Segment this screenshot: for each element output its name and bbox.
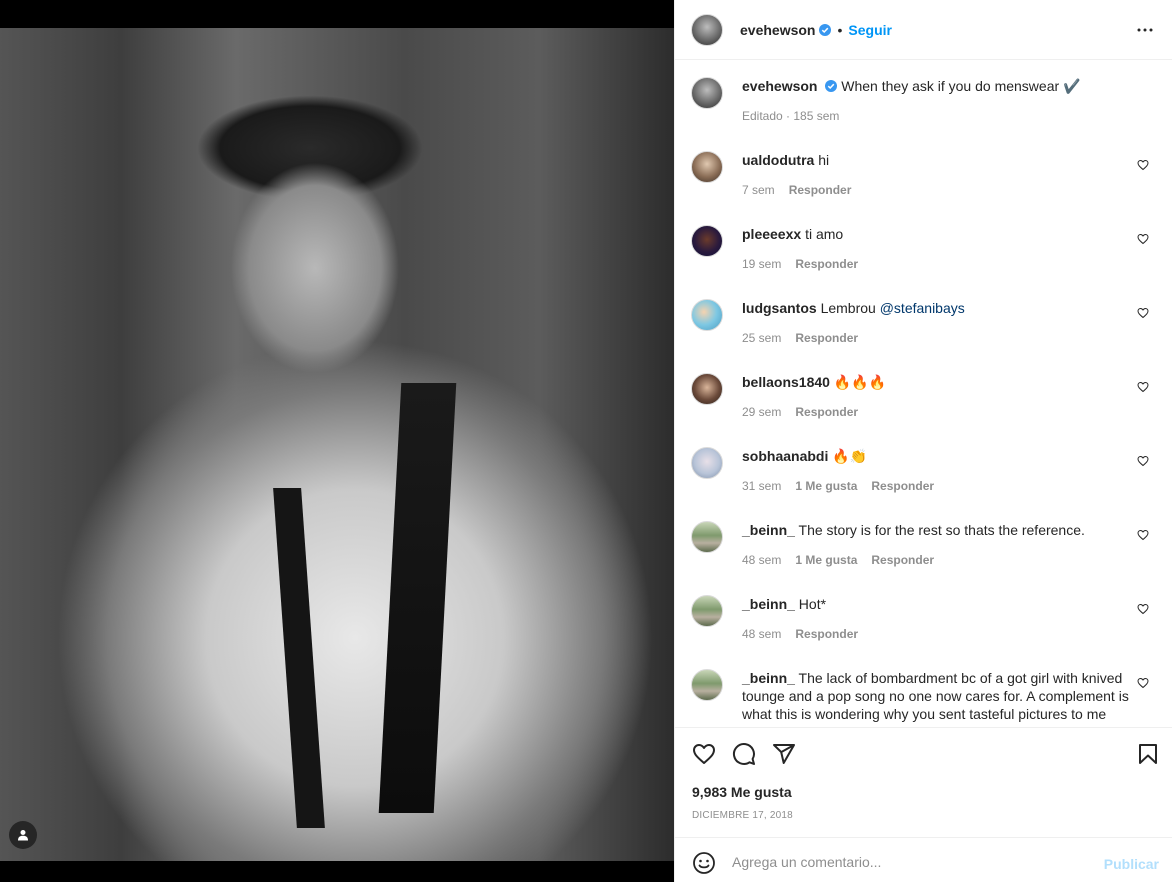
comment-composer: Publicar — [675, 837, 1172, 882]
post-actions: 9,983 Me gusta DICIEMBRE 17, 2018 — [675, 727, 1172, 837]
user-tag-icon[interactable] — [9, 821, 37, 849]
heart-icon[interactable] — [1137, 159, 1149, 171]
share-icon[interactable] — [772, 742, 796, 766]
heart-icon[interactable] — [692, 742, 716, 766]
heart-icon[interactable] — [1137, 677, 1149, 689]
comment-username[interactable]: sobhaanabdi — [742, 448, 828, 464]
reply-button[interactable]: Responder — [795, 257, 858, 271]
photo-detail — [273, 488, 325, 828]
caption-text: When they ask if you do menswear ✔️ — [841, 78, 1081, 94]
likes-count-link[interactable]: 1 Me gusta — [795, 479, 857, 493]
comment-age[interactable]: 31 sem — [742, 479, 781, 493]
avatar[interactable] — [691, 299, 723, 331]
comment-text: The lack of bombardment bc of a got girl… — [742, 670, 1129, 722]
verified-badge-icon — [819, 23, 832, 36]
heart-icon[interactable] — [1137, 603, 1149, 615]
more-options-icon[interactable] — [1133, 18, 1157, 42]
comment-age[interactable]: 25 sem — [742, 331, 781, 345]
avatar[interactable] — [691, 373, 723, 405]
likes-count-link[interactable]: 1 Me gusta — [795, 553, 857, 567]
caption-meta: Editado · 185 sem — [742, 109, 840, 123]
avatar[interactable] — [691, 77, 723, 109]
likes-count[interactable]: 9,983 Me gusta — [692, 784, 792, 800]
post-media — [0, 0, 674, 882]
comment-username[interactable]: ludgsantos — [742, 300, 817, 316]
comment-username[interactable]: _beinn_ — [742, 522, 795, 538]
comment-text: The story is for the rest so thats the r… — [798, 522, 1085, 538]
comment-username[interactable]: _beinn_ — [742, 596, 795, 612]
reply-button[interactable]: Responder — [871, 553, 934, 567]
comment-input[interactable] — [732, 850, 1092, 874]
reply-button[interactable]: Responder — [795, 627, 858, 641]
comment-text: ti amo — [805, 226, 844, 242]
photo-detail — [378, 383, 457, 813]
comments-list[interactable]: evehewson When they ask if you do menswe… — [675, 61, 1172, 727]
follow-button[interactable]: Seguir — [848, 22, 892, 38]
post-sidebar: evehewson • Seguir evehewson When they a… — [674, 0, 1172, 882]
heart-icon[interactable] — [1137, 381, 1149, 393]
comment-text: Hot* — [798, 596, 827, 612]
heart-icon[interactable] — [1137, 529, 1149, 541]
avatar[interactable] — [691, 151, 723, 183]
comment-text: 🔥🔥🔥 — [833, 374, 887, 390]
edited-label: Editado — [742, 109, 783, 123]
verified-badge-icon — [825, 80, 838, 92]
comment-age[interactable]: 48 sem — [742, 553, 781, 567]
avatar[interactable] — [691, 447, 723, 479]
comment-text: Lembrou — [820, 300, 880, 316]
reply-button[interactable]: Responder — [795, 331, 858, 345]
reply-button[interactable]: Responder — [789, 183, 852, 197]
comment-text: 🔥👏 — [832, 448, 868, 464]
heart-icon[interactable] — [1137, 307, 1149, 319]
comment-username[interactable]: ualdodutra — [742, 152, 814, 168]
separator-dot: • — [837, 21, 843, 38]
bookmark-icon[interactable] — [1136, 742, 1160, 766]
heart-icon[interactable] — [1137, 455, 1149, 467]
avatar[interactable] — [691, 669, 723, 701]
post-header: evehewson • Seguir — [675, 0, 1172, 60]
heart-icon[interactable] — [1137, 233, 1149, 245]
avatar[interactable] — [691, 595, 723, 627]
comment-age[interactable]: 48 sem — [742, 627, 781, 641]
avatar[interactable] — [691, 13, 723, 46]
comment-age[interactable]: 29 sem — [742, 405, 781, 419]
avatar[interactable] — [691, 521, 723, 553]
post-comment-button[interactable]: Publicar — [1104, 856, 1159, 872]
reply-button[interactable]: Responder — [871, 479, 934, 493]
caption-age[interactable]: 185 sem — [793, 109, 839, 123]
post-username[interactable]: evehewson — [740, 22, 815, 38]
post-photo[interactable] — [0, 28, 674, 861]
comment-icon[interactable] — [732, 742, 756, 766]
reply-button[interactable]: Responder — [795, 405, 858, 419]
comment-text: hi — [818, 152, 830, 168]
comment-username[interactable]: bellaons1840 — [742, 374, 830, 390]
caption-username[interactable]: evehewson — [742, 78, 817, 94]
avatar[interactable] — [691, 225, 723, 257]
comment-username[interactable]: _beinn_ — [742, 670, 795, 686]
mention-link[interactable]: @stefanibays — [880, 300, 965, 316]
comment-age[interactable]: 7 sem — [742, 183, 775, 197]
comment-username[interactable]: pleeeexx — [742, 226, 801, 242]
post-date[interactable]: DICIEMBRE 17, 2018 — [692, 810, 793, 821]
emoji-icon[interactable] — [692, 851, 716, 875]
comment-age[interactable]: 19 sem — [742, 257, 781, 271]
